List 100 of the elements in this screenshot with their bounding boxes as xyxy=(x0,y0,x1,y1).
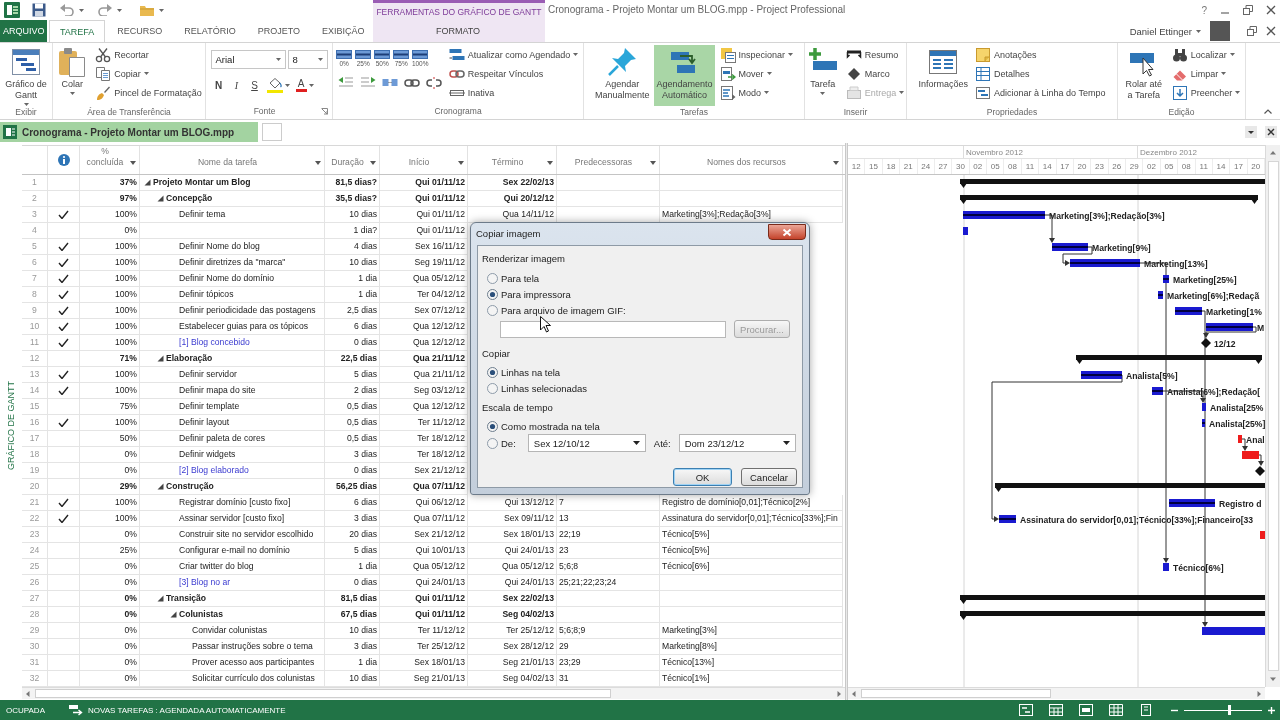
file-path-field[interactable] xyxy=(500,320,726,338)
undo-icon[interactable] xyxy=(60,4,74,16)
chart-window-icon[interactable] xyxy=(1019,704,1033,716)
radio-button[interactable] xyxy=(487,437,498,449)
column-header[interactable]: Duração xyxy=(325,146,380,174)
date-dropdown[interactable]: Sex 12/10/12 xyxy=(527,434,646,452)
cancel-button[interactable]: Cancelar xyxy=(741,468,797,486)
ribbon-tab[interactable]: TAREFA xyxy=(49,20,106,42)
radio-button[interactable] xyxy=(487,304,498,316)
redo-icon[interactable] xyxy=(98,4,112,16)
collapse-triangle-icon[interactable] xyxy=(144,179,151,186)
font-name-dropdown[interactable]: Arial xyxy=(210,50,286,69)
scroll-thumb[interactable] xyxy=(35,689,611,698)
copy-button[interactable]: Copiar xyxy=(93,64,151,83)
auto-schedule-button[interactable]: Agendamento Automático xyxy=(654,45,715,106)
column-header[interactable]: Início xyxy=(380,146,468,174)
collapse-ribbon-icon[interactable] xyxy=(1264,109,1272,114)
radio-option[interactable]: Linhas na tela xyxy=(482,364,561,380)
ribbon-tab[interactable]: RECURSO xyxy=(107,20,173,42)
file-tab[interactable]: ARQUIVO xyxy=(0,20,47,42)
clear-button[interactable]: Limpar xyxy=(1169,64,1229,83)
close-icon[interactable] xyxy=(1266,5,1276,15)
underline-button[interactable]: S xyxy=(246,75,263,95)
ribbon-tab[interactable]: RELATÓRIO xyxy=(174,20,246,42)
add-to-timeline-button[interactable]: Adicionar à Linha do Tempo xyxy=(973,83,1108,102)
information-button[interactable]: Informações xyxy=(916,45,971,106)
collapse-triangle-icon[interactable] xyxy=(170,611,177,618)
radio-option[interactable]: Para impressora xyxy=(482,286,571,302)
manual-schedule-button[interactable]: Agendar Manualmente xyxy=(592,45,652,106)
radio-button[interactable] xyxy=(487,288,498,300)
table-icon[interactable] xyxy=(1109,704,1123,716)
inactivate-button[interactable]: Inativa xyxy=(446,83,497,102)
bold-button[interactable]: N xyxy=(210,75,227,95)
zoom-slider-thumb[interactable] xyxy=(1228,705,1232,715)
close-button[interactable] xyxy=(768,224,806,240)
summary-button[interactable]: Resumo xyxy=(843,45,901,64)
radio-option[interactable]: Para arquivo de imagem GIF: xyxy=(482,302,626,318)
horizontal-scrollbar[interactable] xyxy=(22,687,845,699)
status-text[interactable]: NOVAS TAREFAS : AGENDADA AUTOMATICAMENTE xyxy=(88,705,286,715)
font-color-button[interactable]: A xyxy=(293,75,316,95)
ribbon-tab[interactable]: PROJETO xyxy=(247,20,311,42)
respect-links-button[interactable]: Respeitar Vínculos xyxy=(446,64,546,83)
fill-button[interactable]: Preencher xyxy=(1169,83,1243,102)
collapse-triangle-icon[interactable] xyxy=(157,483,164,490)
vertical-scrollbar[interactable] xyxy=(1265,145,1280,687)
italic-button[interactable]: I xyxy=(228,75,245,95)
radio-option[interactable]: Como mostrada na tela xyxy=(482,418,600,434)
format-painter-button[interactable]: Pincel de Formatação xyxy=(93,83,204,102)
fill-color-button[interactable] xyxy=(264,75,292,95)
radio-button[interactable] xyxy=(487,272,498,284)
radio-button[interactable] xyxy=(487,420,498,432)
table-cell: Ter 04/12/12 xyxy=(380,287,468,303)
save-icon[interactable] xyxy=(32,3,46,17)
scroll-thumb[interactable] xyxy=(1267,161,1279,671)
column-header[interactable]: Predecessoras xyxy=(557,146,660,174)
find-button[interactable]: Localizar xyxy=(1169,45,1237,64)
zoom-in-icon[interactable] xyxy=(1268,706,1275,714)
update-schedule-button[interactable]: Atualizar como Agendado xyxy=(446,45,581,64)
schedule-bars-icon xyxy=(448,46,465,63)
dialog-launcher-icon[interactable] xyxy=(321,107,328,115)
collapse-triangle-icon[interactable] xyxy=(157,355,164,362)
help-button[interactable]: ? xyxy=(1201,4,1207,16)
close-icon[interactable] xyxy=(1266,26,1276,36)
date-dropdown[interactable]: Dom 23/12/12 xyxy=(678,434,796,452)
radio-button[interactable] xyxy=(487,382,498,394)
collapse-triangle-icon[interactable] xyxy=(157,195,164,202)
account-menu[interactable]: Daniel Ettinger xyxy=(1129,25,1201,37)
document-tab[interactable]: Cronograma - Projeto Montar um BLOG.mpp xyxy=(0,122,258,142)
cut-button[interactable]: Recortar xyxy=(93,45,151,64)
radio-option[interactable]: Para tela xyxy=(482,270,540,286)
restore-icon[interactable] xyxy=(1243,5,1253,15)
scroll-to-task-button[interactable]: Rolar até a Tarefa xyxy=(1120,45,1167,106)
milestone-button[interactable]: Marco xyxy=(843,64,892,83)
column-header[interactable]: Nomes dos recursos xyxy=(660,146,843,174)
panel-icon[interactable] xyxy=(1079,704,1093,716)
paste-button[interactable]: Colar xyxy=(54,45,91,106)
page-icon[interactable] xyxy=(1139,704,1153,716)
insert-task-button[interactable]: Tarefa xyxy=(804,45,841,106)
radio-option[interactable]: De: xyxy=(482,435,516,451)
collapse-triangle-icon[interactable] xyxy=(157,595,164,602)
notes-button[interactable]: Anotações xyxy=(973,45,1039,64)
gantt-view-button[interactable]: Gráfico de Gantt xyxy=(3,45,49,106)
column-header[interactable]: Término xyxy=(468,146,557,174)
scroll-thumb[interactable] xyxy=(861,689,1051,698)
radio-button[interactable] xyxy=(487,366,498,378)
mode-button[interactable]: Modo xyxy=(717,83,772,102)
horizontal-scrollbar[interactable] xyxy=(848,687,1265,699)
inspect-button[interactable]: Inspecionar xyxy=(717,45,796,64)
radio-option[interactable]: Linhas selecionadas xyxy=(482,380,588,396)
contextual-tab[interactable]: FORMATO xyxy=(427,20,489,42)
restore-icon[interactable] xyxy=(1247,26,1257,36)
font-size-dropdown[interactable]: 8 xyxy=(287,50,328,69)
calendar-icon[interactable] xyxy=(1049,704,1063,716)
ribbon-tab[interactable]: EXIBIÇÃO xyxy=(312,20,375,42)
move-button[interactable]: Mover xyxy=(717,64,774,83)
ok-button[interactable]: OK xyxy=(673,468,732,486)
column-header[interactable]: Nome da tarefa xyxy=(140,146,325,174)
column-header[interactable]: % concluída xyxy=(80,146,140,174)
close-icon[interactable] xyxy=(1265,126,1277,138)
details-button[interactable]: Detalhes xyxy=(973,64,1032,83)
